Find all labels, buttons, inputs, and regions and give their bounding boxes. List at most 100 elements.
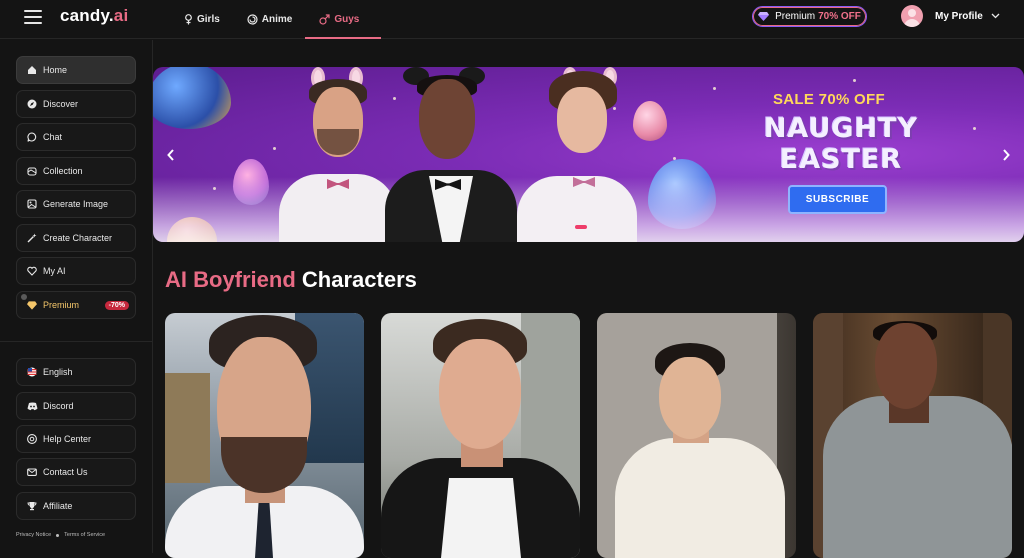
notification-dot	[21, 294, 27, 300]
sidebar-item-label: Affiliate	[43, 501, 73, 511]
carousel-indicator[interactable]	[573, 225, 589, 229]
chevron-right-icon	[1003, 149, 1010, 161]
face	[875, 323, 937, 409]
privacy-notice-link[interactable]: Privacy Notice	[16, 532, 51, 538]
sidebar-item-discord[interactable]: Discord	[16, 392, 136, 420]
image-icon	[26, 198, 38, 210]
home-icon	[26, 64, 38, 76]
sidebar-item-affiliate[interactable]: Affiliate	[16, 492, 136, 520]
tab-girls-label: Girls	[197, 14, 220, 25]
magic-wand-icon	[26, 232, 38, 244]
banner-prev-button[interactable]	[163, 147, 179, 163]
building-image	[165, 373, 210, 483]
collection-icon	[26, 165, 38, 177]
sidebar-item-label: Discord	[43, 401, 74, 411]
face	[439, 339, 521, 449]
us-flag-icon	[26, 366, 38, 378]
sidebar-item-label: Premium	[43, 300, 80, 310]
female-icon	[185, 14, 192, 25]
character-image	[381, 67, 521, 242]
compass-icon	[26, 98, 38, 110]
brand-logo[interactable]: candy.ai	[60, 6, 128, 26]
headline-line-1: NAUGHTY	[763, 113, 919, 144]
section-title-accent: AI Boyfriend	[165, 267, 296, 292]
sale-text: SALE 70% OFF	[773, 91, 885, 108]
chevron-left-icon	[167, 149, 174, 161]
banner-next-button[interactable]	[998, 147, 1014, 163]
face	[419, 79, 475, 159]
chevron-down-icon	[991, 13, 1000, 19]
section-title-rest: Characters	[301, 267, 417, 292]
brand-accent: ai	[113, 6, 129, 25]
character-card[interactable]	[381, 313, 580, 558]
tab-anime[interactable]: Anime	[247, 0, 293, 39]
menu-icon[interactable]	[24, 10, 42, 24]
anime-swirl-icon	[247, 14, 258, 25]
profile-menu[interactable]: My Profile	[901, 5, 1000, 27]
sparkle	[713, 87, 716, 90]
top-bar: candy.ai Girls Anime Guys Premium 70% OF…	[0, 0, 1024, 39]
male-icon	[319, 14, 330, 25]
sidebar-item-label: Create Character	[43, 233, 113, 243]
premium-button[interactable]: Premium 70% OFF	[752, 6, 867, 27]
sidebar-item-label: Collection	[43, 166, 83, 176]
discount-badge: -70%	[104, 301, 129, 310]
shirt	[441, 478, 521, 558]
category-tabs: Girls Anime Guys	[184, 0, 386, 39]
legal-links: Privacy Notice Terms of Service	[16, 532, 105, 538]
tab-guys-label: Guys	[334, 14, 360, 25]
diamond-icon	[26, 299, 38, 311]
mail-icon	[26, 466, 38, 478]
carousel-dot-active[interactable]	[575, 225, 587, 229]
sparkle	[853, 79, 856, 82]
section-title: AI Boyfriend Characters	[165, 267, 417, 293]
sidebar-item-label: Discover	[43, 99, 79, 109]
shirt	[517, 176, 637, 242]
character-card[interactable]	[813, 313, 1012, 558]
sidebar-item-label: English	[43, 367, 73, 377]
separator-dot	[56, 533, 60, 537]
sidebar-divider	[0, 341, 153, 342]
sidebar-item-chat[interactable]: Chat	[16, 123, 136, 151]
tab-anime-label: Anime	[261, 14, 293, 25]
shirt	[615, 438, 785, 558]
terms-of-service-link[interactable]: Terms of Service	[64, 532, 105, 538]
sidebar-item-premium[interactable]: Premium -70%	[16, 291, 136, 319]
sidebar-item-discover[interactable]: Discover	[16, 90, 136, 118]
sidebar-item-english[interactable]: English	[16, 358, 136, 386]
character-card[interactable]	[165, 313, 364, 558]
discord-icon	[26, 400, 38, 412]
sidebar-item-my-ai[interactable]: My AI	[16, 257, 136, 285]
face	[557, 87, 607, 153]
sidebar-item-label: My AI	[43, 266, 66, 276]
face	[659, 357, 721, 439]
tab-guys[interactable]: Guys	[305, 0, 382, 39]
trophy-icon	[26, 500, 38, 512]
sidebar-item-help-center[interactable]: Help Center	[16, 425, 136, 453]
heart-icon	[26, 265, 38, 277]
sidebar-item-label: Help Center	[43, 434, 92, 444]
sidebar-item-label: Home	[43, 65, 68, 75]
sidebar-item-create-character[interactable]: Create Character	[16, 224, 136, 252]
sidebar-item-label: Generate Image	[43, 199, 109, 209]
avatar	[901, 5, 923, 27]
sparkle	[973, 127, 976, 130]
easter-egg-image	[153, 67, 231, 129]
diamond-icon	[758, 12, 770, 21]
sidebar-item-collection[interactable]: Collection	[16, 157, 136, 185]
character-card[interactable]	[597, 313, 796, 558]
brand-name: candy.	[60, 6, 114, 25]
subscribe-button[interactable]: SUBSCRIBE	[788, 185, 887, 214]
sidebar-item-contact-us[interactable]: Contact Us	[16, 458, 136, 486]
chat-icon	[26, 131, 38, 143]
tab-girls[interactable]: Girls	[184, 0, 220, 39]
sidebar: Home Discover Chat Collection Generate I…	[0, 40, 153, 553]
sidebar-item-generate-image[interactable]: Generate Image	[16, 190, 136, 218]
sidebar-item-home[interactable]: Home	[16, 56, 136, 84]
headline-line-2: EASTER	[779, 144, 903, 175]
character-image	[511, 67, 641, 242]
sidebar-item-label: Chat	[43, 132, 63, 142]
promo-banner[interactable]: SALE 70% OFF NAUGHTY EASTER SUBSCRIBE	[153, 67, 1024, 242]
premium-discount: 70% OFF	[818, 11, 861, 22]
premium-label: Premium	[775, 11, 816, 22]
